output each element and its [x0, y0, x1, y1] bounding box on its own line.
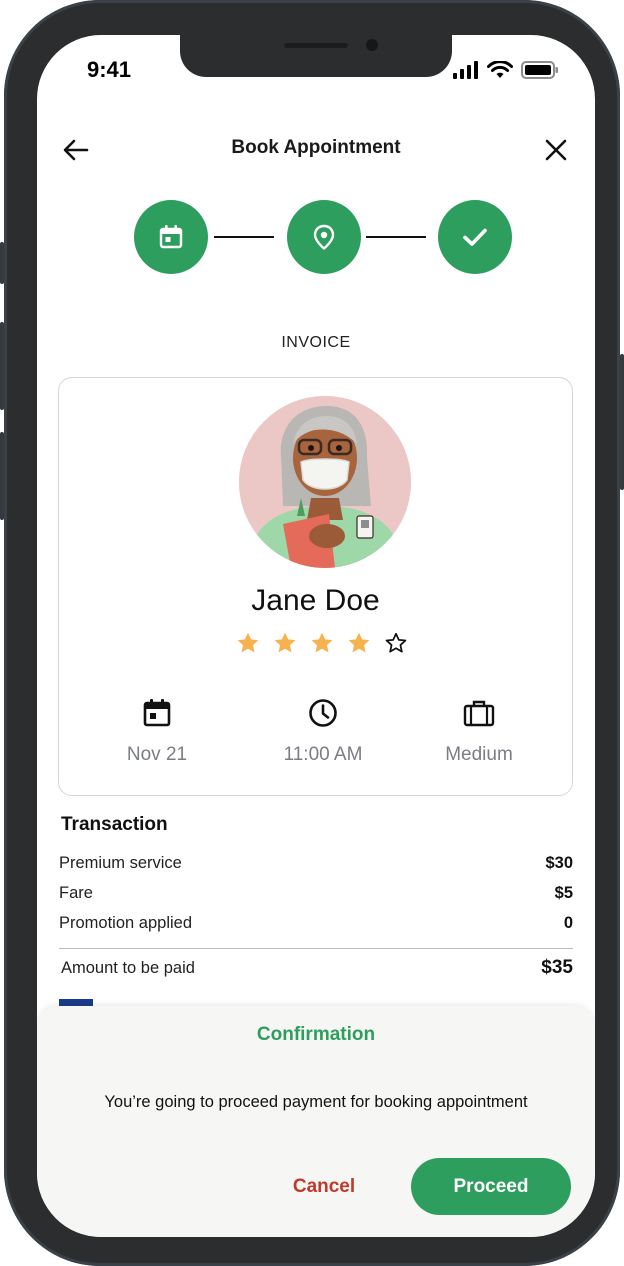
mute-switch: [0, 242, 4, 284]
confirmation-sheet: Confirmation You’re going to proceed pay…: [37, 1006, 595, 1237]
step-connector: [214, 236, 274, 238]
page-title: Book Appointment: [231, 137, 401, 158]
appointment-size: Medium: [409, 696, 549, 766]
doctor-name: Jane Doe: [251, 584, 380, 617]
total-value: $35: [541, 957, 573, 978]
star-outline-icon: [385, 632, 407, 653]
power-button: [620, 354, 624, 490]
doctor-avatar-illustration: [239, 396, 411, 568]
phone-frame: 9:41 Book Appointment INVOICE Jane Doe N…: [0, 0, 624, 1266]
close-icon: [545, 139, 567, 161]
status-icons: [453, 61, 559, 79]
step-connector: [366, 236, 426, 238]
transaction-row: Fare $5: [59, 884, 573, 903]
star-filled-icon: [274, 632, 296, 653]
transaction-title: Transaction: [61, 814, 168, 835]
proceed-button[interactable]: Proceed: [411, 1158, 571, 1215]
location-pin-icon: [313, 224, 335, 250]
step-location[interactable]: [287, 200, 361, 274]
calendar-icon: [143, 699, 171, 727]
header: Book Appointment: [37, 133, 595, 167]
appointment-time-text: 11:00 AM: [283, 744, 363, 765]
cancel-button[interactable]: Cancel: [269, 1174, 379, 1200]
status-time: 9:41: [87, 57, 132, 82]
front-camera: [366, 39, 378, 51]
avatar: [239, 396, 411, 568]
wifi-icon: [487, 61, 513, 78]
star-filled-icon: [237, 632, 259, 653]
step-date[interactable]: [134, 200, 208, 274]
rating-stars: [235, 630, 409, 656]
invoice-label: INVOICE: [281, 334, 351, 351]
appointment-time: 11:00 AM: [253, 696, 393, 766]
battery-icon: [521, 61, 558, 79]
close-button[interactable]: [541, 135, 571, 165]
speaker: [284, 43, 348, 48]
phone-screen: 9:41 Book Appointment INVOICE Jane Doe N…: [37, 35, 595, 1237]
transaction-row: Premium service $30: [59, 854, 573, 873]
total-label: Amount to be paid: [61, 959, 195, 977]
transaction-row-value: $30: [545, 854, 573, 872]
transaction-row-value: 0: [563, 914, 573, 932]
star-filled-icon: [311, 632, 333, 653]
transaction-row: Promotion applied 0: [59, 914, 573, 933]
total-row: Amount to be paid $35: [61, 957, 573, 979]
calendar-icon: [159, 225, 183, 249]
star-filled-icon: [348, 632, 370, 653]
check-icon: [463, 228, 487, 246]
transaction-row-label: Fare: [59, 884, 93, 902]
appointment-date: Nov 21: [87, 696, 227, 766]
volume-up-button: [0, 322, 4, 410]
transaction-row-value: $5: [554, 884, 573, 902]
transaction-row-label: Premium service: [59, 854, 182, 872]
cellular-signal-icon: [453, 61, 478, 79]
transaction-row-label: Promotion applied: [59, 914, 192, 932]
invoice-card: Jane Doe Nov 21 11:00 AM Medium: [58, 377, 573, 796]
volume-down-button: [0, 432, 4, 520]
notch: [180, 35, 452, 77]
appointment-size-text: Medium: [445, 744, 513, 765]
appointment-date-text: Nov 21: [126, 744, 188, 765]
step-confirm[interactable]: [438, 200, 512, 274]
clock-icon: [309, 699, 337, 727]
transaction-divider: [59, 948, 573, 949]
briefcase-icon: [463, 700, 495, 727]
booking-stepper: [134, 200, 514, 274]
confirmation-title: Confirmation: [256, 1024, 376, 1045]
confirmation-message: You’re going to proceed payment for book…: [104, 1093, 528, 1111]
